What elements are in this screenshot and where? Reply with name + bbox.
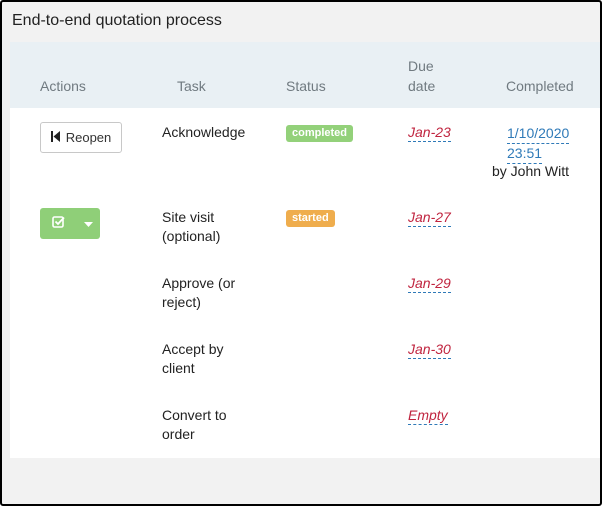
completed-date-link[interactable]: 1/10/2020: [507, 123, 570, 144]
skip-back-icon: [50, 130, 60, 145]
header-due-date-line2: date: [408, 78, 436, 94]
header-status: Status: [286, 78, 326, 94]
task-name: Accept by: [162, 341, 224, 357]
check-square-icon: [51, 215, 65, 233]
due-date-empty[interactable]: Empty: [408, 406, 448, 425]
due-date[interactable]: Jan-30: [408, 340, 451, 359]
task-name-line2: reject): [162, 294, 201, 310]
complete-split-button[interactable]: [40, 208, 100, 239]
due-date[interactable]: Jan-27: [408, 208, 451, 227]
task-name: Convert to: [162, 407, 227, 423]
table-header: Actions Task Status Due date Completed: [10, 42, 600, 108]
task-name: Acknowledge: [162, 124, 246, 140]
task-name-line2: (optional): [162, 228, 221, 244]
task-name: Site visit: [162, 209, 215, 225]
header-due-date-line1: Due: [408, 58, 434, 74]
complete-button[interactable]: [40, 208, 76, 239]
status-badge: completed: [286, 125, 354, 142]
caret-down-icon: [83, 215, 93, 233]
status-badge: started: [286, 210, 335, 227]
due-date[interactable]: Jan-29: [408, 274, 451, 293]
complete-dropdown-toggle[interactable]: [76, 208, 100, 239]
header-completed: Completed: [506, 78, 574, 94]
header-actions: Actions: [40, 78, 86, 94]
header-task: Task: [177, 78, 206, 94]
window-frame: End-to-end quotation process Actions Tas…: [0, 0, 602, 506]
task-table: Actions Task Status Due date Completed R…: [10, 42, 600, 458]
task-name-line2: client: [162, 360, 195, 376]
reopen-button-label: Reopen: [65, 130, 112, 145]
completed-by: by John Witt: [492, 163, 570, 179]
task-name: Approve (or: [162, 275, 236, 291]
due-date[interactable]: Jan-23: [408, 123, 451, 142]
completed-time-link[interactable]: 23:51: [507, 143, 543, 164]
panel-title: End-to-end quotation process: [12, 12, 222, 29]
task-name-line2: order: [162, 426, 195, 442]
reopen-button[interactable]: Reopen: [40, 122, 122, 153]
